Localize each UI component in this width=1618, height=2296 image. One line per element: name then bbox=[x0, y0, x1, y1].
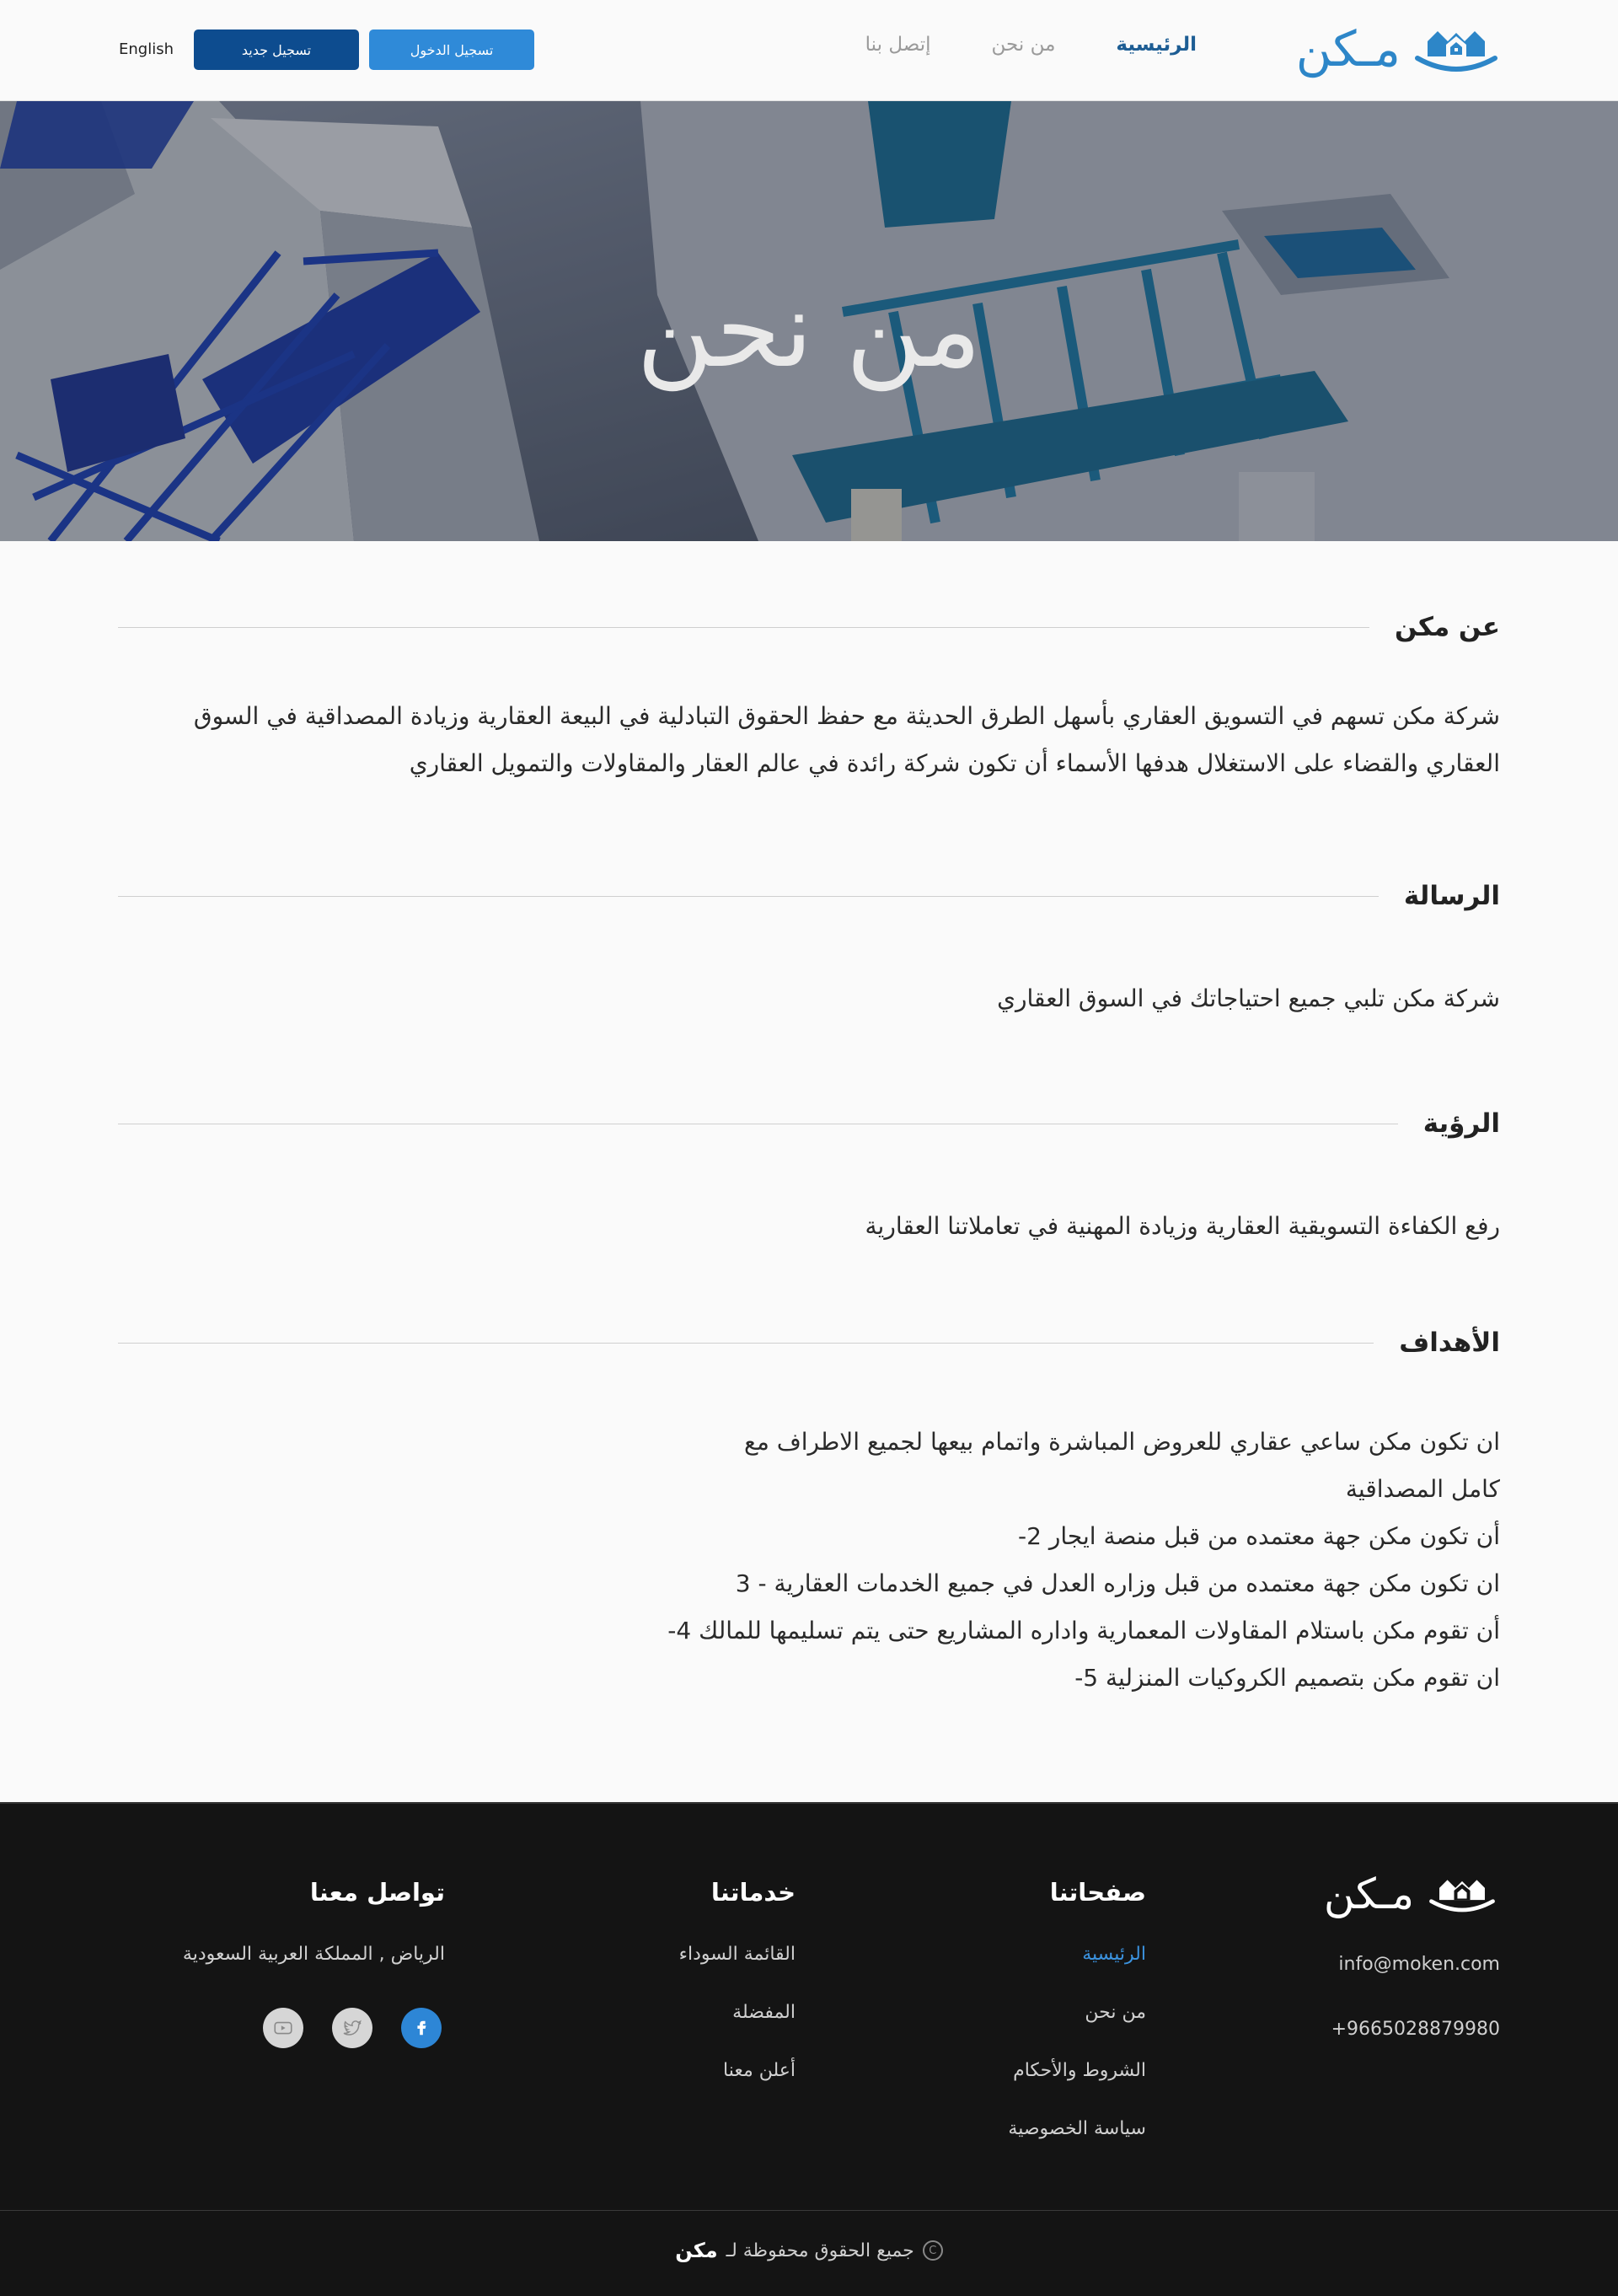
logo-house-icon bbox=[1415, 31, 1497, 72]
footer-pages-title: صفحاتنا bbox=[1049, 1878, 1146, 1907]
text-line: ان تكون مكن ساعي عقاري للعروض المباشرة و… bbox=[743, 1428, 1500, 1456]
site-footer: مـكن info@moken.com +9665028879980 صفحات… bbox=[0, 1802, 1618, 2296]
site-header: مـكن الرئيسية من نحن إتصل بنا تسجيل الدخ… bbox=[0, 0, 1618, 101]
section-divider bbox=[118, 895, 1379, 897]
section-text: ان تكون مكن ساعي عقاري للعروض المباشرة و… bbox=[118, 1419, 1500, 1702]
text-line: أن تقوم مكن باستلام المقاولات المعمارية … bbox=[667, 1617, 1500, 1644]
section-text: شركة مكن تسهم في التسويق العقاري بأسهل ا… bbox=[118, 693, 1500, 787]
site-logo[interactable]: مـكن bbox=[1296, 22, 1500, 76]
text-line: ان تكون مكن جهة معتمده من قبل وزاره العد… bbox=[735, 1569, 1500, 1597]
section-divider bbox=[118, 626, 1370, 628]
section-title: الأهداف bbox=[1399, 1328, 1500, 1358]
footer-link-home[interactable]: الرئيسية bbox=[1008, 1942, 1146, 2000]
footer-link-favorites[interactable]: المفضلة bbox=[679, 2000, 796, 2058]
footer-link-advertise[interactable]: أعلن معنا bbox=[679, 2058, 796, 2116]
youtube-icon bbox=[274, 2021, 292, 2035]
text-line: أن تكون مكن جهة معتمده من قبل منصة ايجار… bbox=[1018, 1522, 1500, 1550]
copyright-bar: C جميع الحقوق محفوظة لـ مكن bbox=[0, 2239, 1618, 2262]
language-switch[interactable]: English bbox=[119, 40, 174, 58]
section-title: عن مكن bbox=[1395, 612, 1500, 642]
copyright-icon: C bbox=[922, 2240, 943, 2261]
message-section: الرسالة شركة مكن تلبي جميع احتياجاتك في … bbox=[118, 879, 1500, 1022]
twitter-icon bbox=[343, 2020, 362, 2036]
text-line: ان تقوم مكن بتصميم الكروكيات المنزلية 5- bbox=[1074, 1664, 1500, 1692]
footer-address: الرياض , المملكة العربية السعودية bbox=[182, 1944, 445, 1965]
footer-link-privacy[interactable]: سياسة الخصوصية bbox=[1008, 2116, 1146, 2175]
vision-section: الرؤية رفع الكفاءة التسويقية العقارية وز… bbox=[118, 1107, 1500, 1250]
footer-pages-column: صفحاتنا الرئيسية من نحن الشروط والأحكام … bbox=[1008, 1878, 1146, 2175]
footer-phone: +9665028879980 bbox=[1331, 2019, 1500, 2040]
text-line: شركة مكن تلبي جميع احتياجاتك في السوق ال… bbox=[997, 984, 1500, 1012]
footer-link-terms[interactable]: الشروط والأحكام bbox=[1008, 2058, 1146, 2116]
about-section: عن مكن شركة مكن تسهم في التسويق العقاري … bbox=[118, 610, 1500, 787]
footer-logo[interactable]: مـكن bbox=[1324, 1873, 1500, 1915]
footer-contact-title: تواصل معنا bbox=[309, 1878, 445, 1907]
footer-services-column: خدماتنا القائمة السوداء المفضلة أعلن معن… bbox=[679, 1878, 796, 2116]
footer-link-blacklist[interactable]: القائمة السوداء bbox=[679, 1942, 796, 2000]
main-nav: الرئيسية من نحن إتصل بنا bbox=[865, 34, 1197, 56]
section-divider bbox=[118, 1342, 1374, 1344]
logo-house-icon bbox=[1429, 1880, 1495, 1912]
facebook-link[interactable] bbox=[401, 2008, 442, 2048]
copyright-brand: مكن bbox=[675, 2239, 718, 2262]
footer-email: info@moken.com bbox=[1338, 1954, 1500, 1975]
logo-text: مـكن bbox=[1295, 20, 1401, 78]
register-button[interactable]: تسجيل جديد bbox=[194, 30, 359, 70]
login-button[interactable]: تسجيل الدخول bbox=[369, 30, 534, 70]
twitter-link[interactable] bbox=[332, 2008, 372, 2048]
nav-about[interactable]: من نحن bbox=[992, 34, 1056, 56]
section-text: شركة مكن تلبي جميع احتياجاتك في السوق ال… bbox=[118, 975, 1500, 1022]
nav-home[interactable]: الرئيسية bbox=[1116, 34, 1197, 56]
footer-logo-text: مـكن bbox=[1323, 1870, 1414, 1918]
text-line: كامل المصداقية bbox=[1345, 1475, 1500, 1503]
hero-banner: من نحن bbox=[0, 101, 1618, 541]
facebook-icon bbox=[417, 2020, 426, 2036]
section-title: الرؤية bbox=[1422, 1108, 1500, 1139]
footer-link-about[interactable]: من نحن bbox=[1008, 2000, 1146, 2058]
social-links bbox=[263, 2008, 442, 2048]
text-line: رفع الكفاءة التسويقية العقارية وزيادة ال… bbox=[865, 1212, 1500, 1240]
section-text: رفع الكفاءة التسويقية العقارية وزيادة ال… bbox=[118, 1203, 1500, 1250]
copyright-text: جميع الحقوق محفوظة لـ bbox=[726, 2240, 914, 2261]
footer-divider bbox=[0, 2210, 1618, 2211]
footer-contact-info: info@moken.com +9665028879980 bbox=[1331, 1954, 1500, 2084]
text-line: العقاري والقضاء على الاستغلال هدفها الأس… bbox=[409, 749, 1500, 777]
text-line: شركة مكن تسهم في التسويق العقاري بأسهل ا… bbox=[193, 702, 1500, 730]
nav-contact[interactable]: إتصل بنا bbox=[865, 34, 931, 56]
youtube-link[interactable] bbox=[263, 2008, 303, 2048]
footer-contact-column: تواصل معنا الرياض , المملكة العربية السع… bbox=[183, 1878, 445, 2000]
hero-title: من نحن bbox=[636, 270, 982, 391]
section-title: الرسالة bbox=[1403, 881, 1500, 911]
footer-services-title: خدماتنا bbox=[710, 1878, 796, 1907]
goals-section: الأهداف ان تكون مكن ساعي عقاري للعروض ال… bbox=[118, 1326, 1500, 1702]
